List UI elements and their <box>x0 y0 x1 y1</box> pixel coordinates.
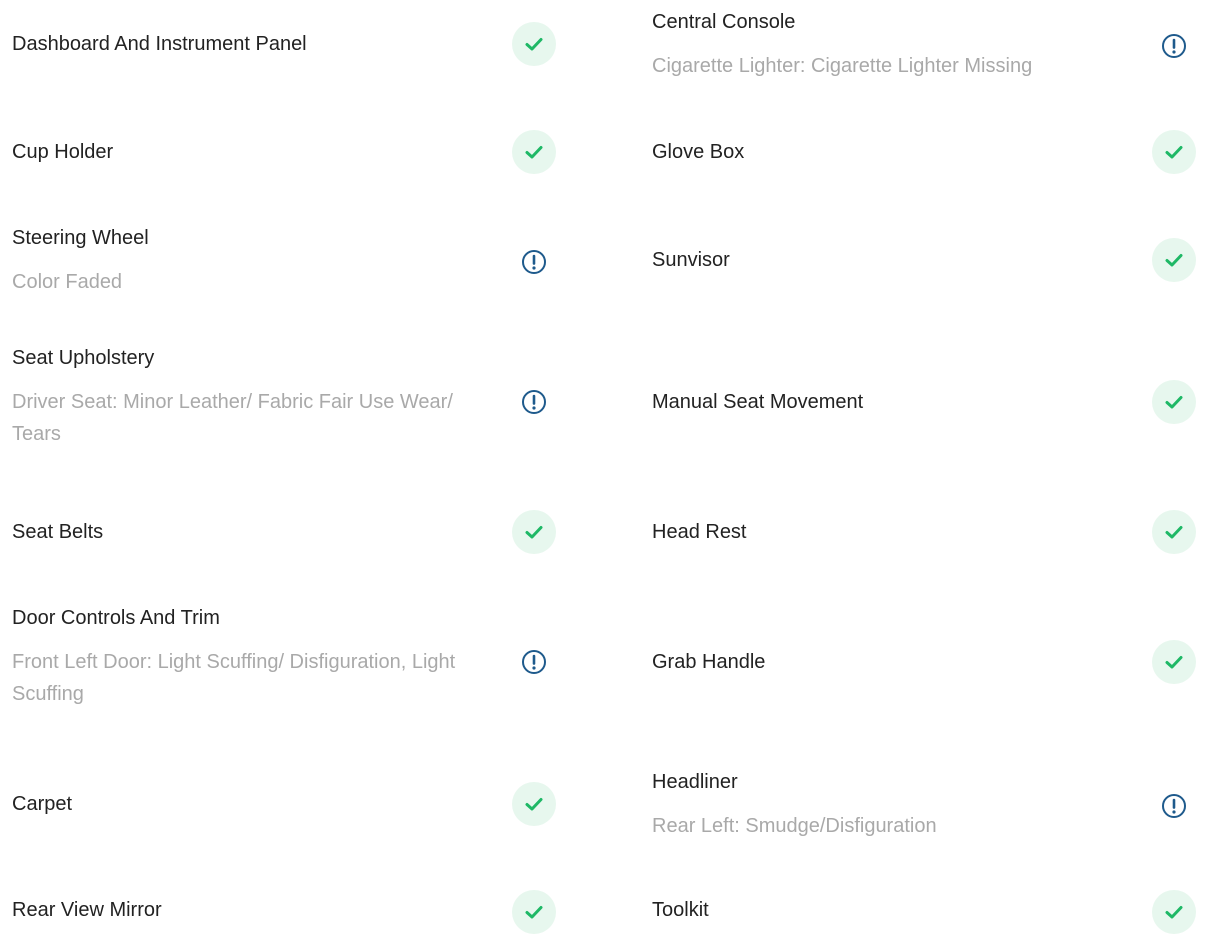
item-title: Steering Wheel <box>12 227 149 249</box>
check-icon <box>525 526 543 539</box>
status-ok-badge <box>1152 238 1196 282</box>
status-ok-badge <box>1152 510 1196 554</box>
item-title: Headliner <box>652 771 738 793</box>
checklist-item: Sunvisor <box>652 228 1196 292</box>
status-ok-badge <box>1152 890 1196 934</box>
checklist-item: Manual Seat Movement <box>652 370 1196 434</box>
checklist-item: Toolkit <box>652 882 1196 934</box>
exclamation-icon <box>522 250 546 274</box>
item-title: Door Controls And Trim <box>12 607 220 629</box>
check-icon <box>525 798 543 811</box>
item-note: Rear Left: Smudge/Disfiguration <box>652 815 937 837</box>
check-icon <box>1165 656 1183 669</box>
status-ok-badge <box>1152 640 1196 684</box>
status-warning-badge <box>1152 24 1196 68</box>
item-title: Grab Handle <box>652 651 766 673</box>
checklist-item: Central Console Cigarette Lighter: Cigar… <box>652 4 1196 88</box>
status-ok-badge <box>1152 130 1196 174</box>
checklist-item: Dashboard And Instrument Panel <box>12 12 556 76</box>
checklist-item: Rear View Mirror <box>12 882 556 934</box>
item-note: Color Faded <box>12 271 123 293</box>
check-icon <box>525 146 543 159</box>
check-icon <box>525 906 543 919</box>
checklist-item: Glove Box <box>652 120 1196 184</box>
item-text: Central Console Cigarette Lighter: Cigar… <box>652 6 1142 82</box>
item-title: Seat Upholstery <box>12 347 155 369</box>
status-ok-badge <box>512 510 556 554</box>
item-title: Seat Belts <box>12 521 104 543</box>
item-text: Door Controls And Trim Front Left Door: … <box>12 602 492 710</box>
item-text: Rear View Mirror <box>12 894 492 926</box>
item-text: Seat Upholstery Driver Seat: Minor Leath… <box>12 342 492 450</box>
check-icon <box>1165 526 1183 539</box>
item-text: Grab Handle <box>652 646 1132 678</box>
item-text: Cup Holder <box>12 136 492 168</box>
item-text: Toolkit <box>652 894 1132 926</box>
exclamation-icon <box>522 650 546 674</box>
item-title: Rear View Mirror <box>12 899 162 921</box>
checklist-item: Grab Handle <box>652 630 1196 694</box>
status-ok-badge <box>512 890 556 934</box>
item-title: Sunvisor <box>652 249 730 271</box>
status-warning-badge <box>1152 784 1196 828</box>
checklist-item: Head Rest <box>652 500 1196 564</box>
item-text: Sunvisor <box>652 244 1132 276</box>
item-title: Cup Holder <box>12 141 114 163</box>
item-text: Carpet <box>12 788 492 820</box>
item-note: Driver Seat: Minor Leather/ Fabric Fair … <box>12 391 453 445</box>
status-ok-badge <box>1152 380 1196 424</box>
item-title: Toolkit <box>652 899 709 921</box>
check-icon <box>1165 906 1183 919</box>
checklist-item: Headliner Rear Left: Smudge/Disfiguratio… <box>652 762 1196 846</box>
item-text: Steering Wheel Color Faded <box>12 222 492 298</box>
checklist-item: Seat Belts <box>12 500 556 564</box>
checklist-item: Door Controls And Trim Front Left Door: … <box>12 602 556 724</box>
item-title: Dashboard And Instrument Panel <box>12 33 307 55</box>
check-icon <box>1165 254 1183 267</box>
item-title: Head Rest <box>652 521 747 543</box>
status-ok-badge <box>512 782 556 826</box>
item-note: Front Left Door: Light Scuffing/ Disfigu… <box>12 651 456 705</box>
status-warning-badge <box>512 640 556 684</box>
exclamation-icon <box>1162 794 1186 818</box>
status-warning-badge <box>512 240 556 284</box>
checklist-item: Cup Holder <box>12 120 556 184</box>
item-text: Head Rest <box>652 516 1132 548</box>
check-icon <box>1165 146 1183 159</box>
item-title: Central Console <box>652 11 796 33</box>
item-text: Manual Seat Movement <box>652 386 1132 418</box>
item-text: Glove Box <box>652 136 1132 168</box>
check-icon <box>525 38 543 51</box>
checklist-item: Seat Upholstery Driver Seat: Minor Leath… <box>12 342 556 464</box>
status-ok-badge <box>512 22 556 66</box>
check-icon <box>1165 396 1183 409</box>
item-text: Dashboard And Instrument Panel <box>12 28 492 60</box>
item-title: Carpet <box>12 793 73 815</box>
item-text: Headliner Rear Left: Smudge/Disfiguratio… <box>652 766 1132 842</box>
item-title: Manual Seat Movement <box>652 391 864 413</box>
exclamation-icon <box>1162 34 1186 58</box>
status-warning-badge <box>512 380 556 424</box>
exclamation-icon <box>522 390 546 414</box>
item-title: Glove Box <box>652 141 745 163</box>
checklist-item: Steering Wheel Color Faded <box>12 218 556 302</box>
item-text: Seat Belts <box>12 516 492 548</box>
status-ok-badge <box>512 130 556 174</box>
item-note: Cigarette Lighter: Cigarette Lighter Mis… <box>652 55 1033 77</box>
checklist-item: Carpet <box>12 772 556 836</box>
